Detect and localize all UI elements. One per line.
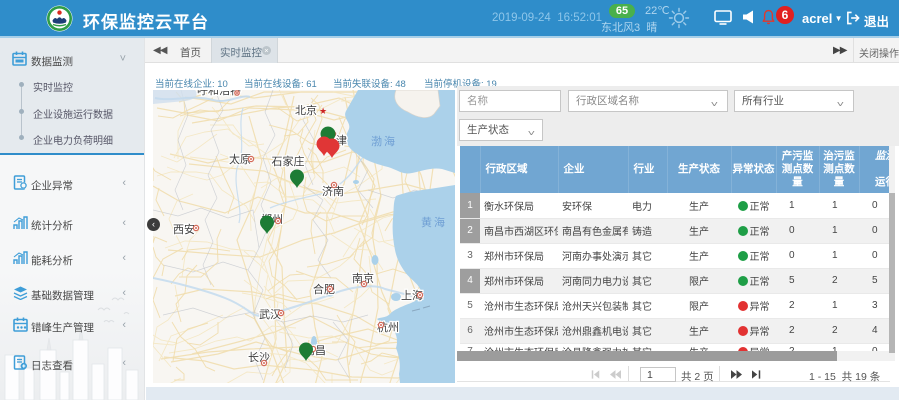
svg-text:太原: 太原: [229, 153, 251, 166]
svg-text:石家庄: 石家庄: [272, 154, 305, 168]
svg-text:武汉: 武汉: [259, 308, 281, 321]
svg-text:北京: 北京: [295, 103, 317, 117]
svg-text:黄海: 黄海: [421, 215, 447, 229]
svg-text:西安: 西安: [173, 222, 195, 236]
svg-text:渤海: 渤海: [371, 134, 397, 148]
